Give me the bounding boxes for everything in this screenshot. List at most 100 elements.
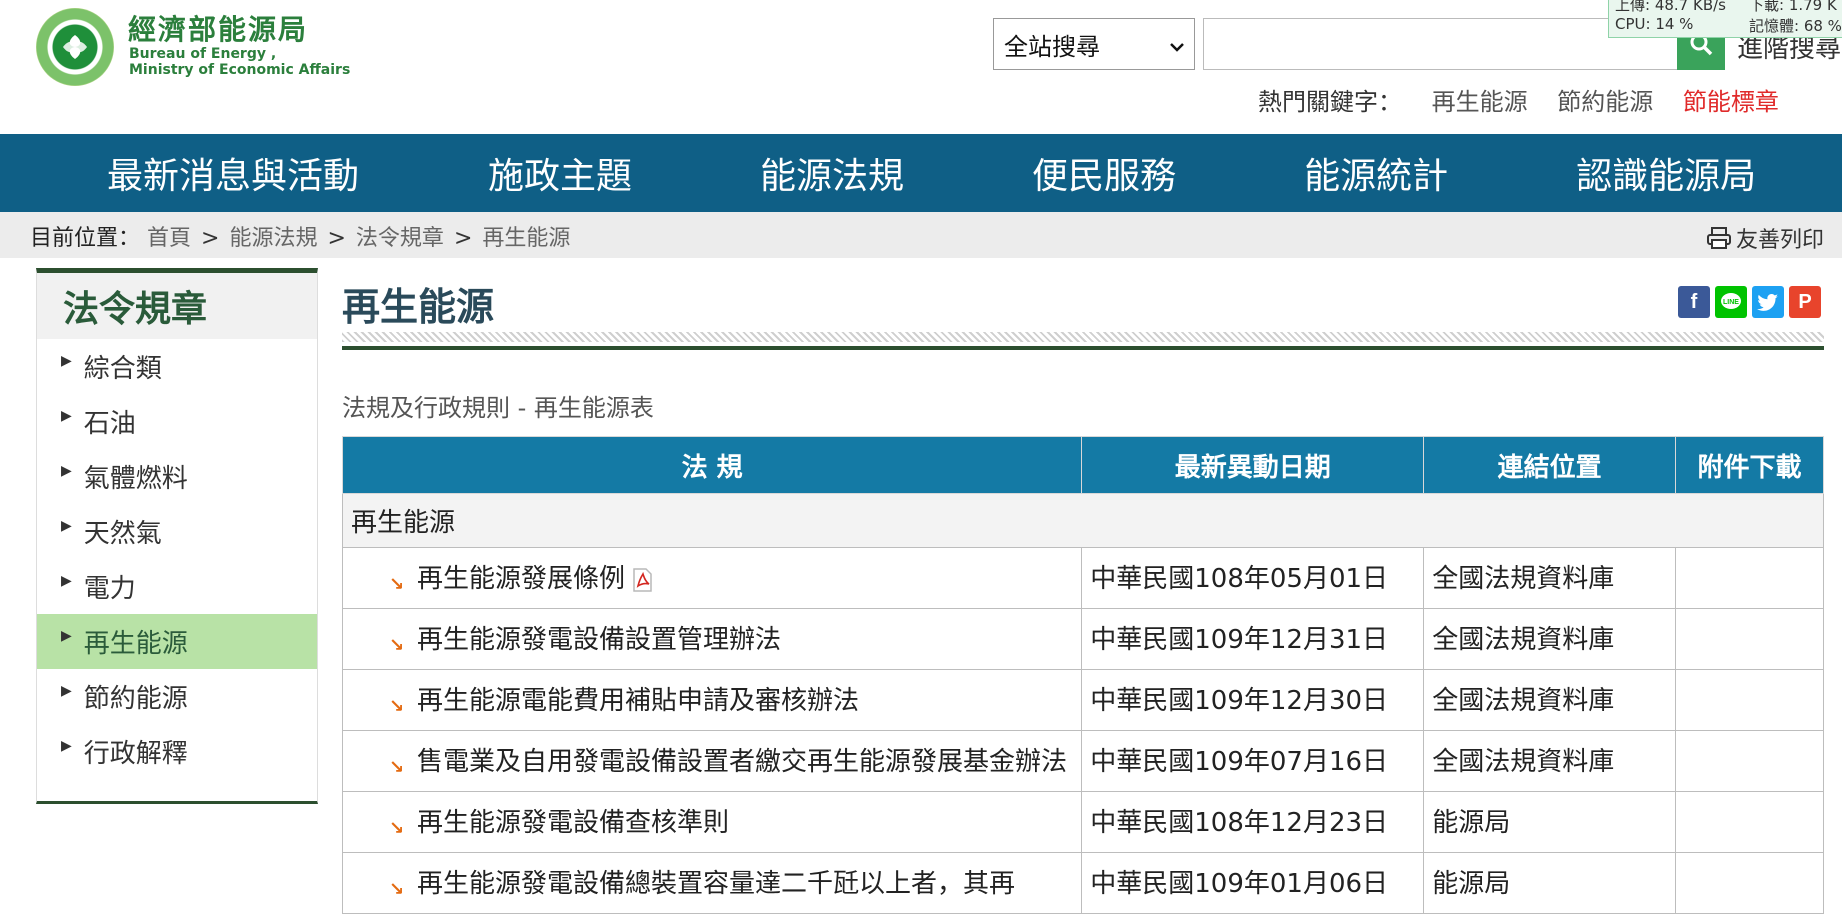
location-link[interactable]: 能源局 bbox=[1423, 791, 1677, 853]
nav-item-regulations[interactable]: 能源法規 bbox=[760, 134, 904, 212]
logo-leaf-icon bbox=[63, 35, 87, 59]
nav-item-about[interactable]: 認識能源局 bbox=[1576, 134, 1756, 212]
pdf-icon[interactable] bbox=[631, 567, 653, 592]
date-cell: 中華民國109年01月06日 bbox=[1081, 852, 1425, 914]
date-cell: 中華民國109年07月16日 bbox=[1081, 730, 1425, 792]
breadcrumb-separator: > bbox=[201, 226, 220, 251]
breadcrumb: 目前位置： 首頁 > 能源法規 > 法令規章 > 再生能源 友善列印 bbox=[0, 212, 1842, 258]
twitter-icon[interactable] bbox=[1752, 286, 1784, 318]
sidebar-item-renewable[interactable]: ▶ 再生能源 bbox=[37, 614, 317, 669]
date-cell: 中華民國108年12月23日 bbox=[1081, 791, 1425, 853]
memory-usage: 記憶體: 68 % bbox=[1749, 17, 1842, 35]
sidebar-item-conservation[interactable]: ▶ 節約能源 bbox=[37, 669, 317, 724]
arrow-bullet-icon: ↘ bbox=[389, 757, 405, 778]
breadcrumb-rules[interactable]: 法令規章 bbox=[356, 226, 444, 251]
sidebar-item-label: 天然氣 bbox=[83, 519, 162, 549]
triangle-right-icon: ▶ bbox=[61, 407, 72, 424]
attachment-cell bbox=[1675, 791, 1824, 853]
logo-subtitle-line1: Bureau of Energy , bbox=[129, 46, 277, 62]
print-button[interactable]: 友善列印 bbox=[1706, 222, 1824, 254]
location-link[interactable]: 全國法規資料庫 bbox=[1423, 669, 1677, 731]
column-header-attachment: 附件下載 bbox=[1675, 436, 1824, 494]
date-cell: 中華民國108年05月01日 bbox=[1081, 547, 1425, 609]
sidebar-item-petroleum[interactable]: ▶ 石油 bbox=[37, 394, 317, 449]
hot-keyword-link[interactable]: 再生能源 bbox=[1432, 88, 1528, 116]
regulation-cell: ↘ 再生能源發電設備總裝置容量達二千瓩以上者，其再 bbox=[341, 852, 1083, 914]
title-divider-line bbox=[342, 346, 1824, 350]
table-row: ↘ 再生能源電能費用補貼申請及審核辦法 中華民國109年12月30日 全國法規資料… bbox=[341, 669, 1824, 731]
triangle-right-icon: ▶ bbox=[61, 462, 72, 479]
logo-subtitle: Bureau of Energy , Ministry of Economic … bbox=[129, 46, 350, 78]
table-row: ↘ 售電業及自用發電設備設置者繳交再生能源發展基金辦法 中華民國109年07月16… bbox=[341, 730, 1824, 792]
nav-item-statistics[interactable]: 能源統計 bbox=[1304, 134, 1448, 212]
triangle-right-icon: ▶ bbox=[61, 682, 72, 699]
breadcrumb-current[interactable]: 再生能源 bbox=[482, 226, 570, 251]
site-header: 經濟部能源局 Bureau of Energy , Ministry of Ec… bbox=[0, 0, 1842, 134]
location-link[interactable]: 全國法規資料庫 bbox=[1423, 547, 1677, 609]
nav-item-news[interactable]: 最新消息與活動 bbox=[107, 134, 359, 212]
hot-keyword-link[interactable]: 節能標章 bbox=[1683, 88, 1779, 116]
sidebar-item-label: 綜合類 bbox=[83, 354, 162, 384]
regulation-cell: ↘ 再生能源發電設備設置管理辦法 bbox=[341, 608, 1083, 670]
facebook-icon[interactable]: f bbox=[1678, 286, 1710, 318]
sidebar-item-gas-fuel[interactable]: ▶ 氣體燃料 bbox=[37, 449, 317, 504]
hot-keyword-link[interactable]: 節約能源 bbox=[1557, 88, 1653, 116]
sidebar-item-natural-gas[interactable]: ▶ 天然氣 bbox=[37, 504, 317, 559]
location-link[interactable]: 全國法規資料庫 bbox=[1423, 608, 1677, 670]
attachment-cell bbox=[1675, 669, 1824, 731]
system-monitor-widget: 上傳: 48.7 KB/s 下載: 1.79 K CPU: 14 % 記憶體: … bbox=[1608, 0, 1842, 38]
regulation-link[interactable]: 再生能源電能費用補貼申請及審核辦法 bbox=[383, 680, 1073, 722]
title-divider-dots bbox=[342, 332, 1824, 342]
regulation-link[interactable]: 再生能源發展條例 bbox=[417, 564, 625, 594]
sidebar: 法令規章 ▶ 綜合類 ▶ 石油 ▶ 氣體燃料 ▶ 天然氣 ▶ 電力 ▶ 再生能源 ▶ 節約能源… bbox=[36, 268, 318, 804]
plurk-icon[interactable]: P bbox=[1789, 286, 1821, 318]
arrow-bullet-icon: ↘ bbox=[389, 818, 405, 839]
regulation-link[interactable]: 再生能源發電設備查核準則 bbox=[383, 802, 1073, 844]
logo-title[interactable]: 經濟部能源局 bbox=[128, 8, 308, 48]
sidebar-item-label: 節約能源 bbox=[83, 684, 188, 714]
arrow-bullet-icon: ↘ bbox=[389, 635, 405, 656]
sidebar-item-label: 電力 bbox=[83, 574, 136, 604]
svg-text:LINE: LINE bbox=[1723, 299, 1739, 306]
sidebar-item-label: 氣體燃料 bbox=[83, 464, 188, 494]
line-icon[interactable]: LINE bbox=[1715, 286, 1747, 318]
location-link[interactable]: 全國法規資料庫 bbox=[1423, 730, 1677, 792]
logo-subtitle-line2: Ministry of Economic Affairs bbox=[129, 62, 351, 78]
column-header-date: 最新異動日期 bbox=[1081, 436, 1425, 494]
search-scope-select[interactable]: 全站搜尋 bbox=[993, 18, 1195, 70]
breadcrumb-trail: 目前位置： 首頁 > 能源法規 > 法令規章 > 再生能源 bbox=[30, 220, 570, 252]
arrow-bullet-icon: ↘ bbox=[389, 696, 405, 717]
triangle-right-icon: ▶ bbox=[61, 572, 72, 589]
table-header-row: 法 規 最新異動日期 連結位置 附件下載 bbox=[341, 436, 1824, 494]
date-cell: 中華民國109年12月31日 bbox=[1081, 608, 1425, 670]
section-subtitle: 法規及行政規則 - 再生能源表 bbox=[342, 394, 654, 422]
attachment-cell bbox=[1675, 547, 1824, 609]
table-row: ↘ 再生能源發展條例 中華民國108年05月01日 全國法規資料庫 bbox=[341, 547, 1824, 609]
nav-item-services[interactable]: 便民服務 bbox=[1032, 134, 1176, 212]
chevron-down-icon bbox=[1170, 30, 1184, 58]
regulation-link[interactable]: 售電業及自用發電設備設置者繳交再生能源發展基金辦法 bbox=[383, 741, 1073, 783]
regulation-link[interactable]: 再生能源發電設備總裝置容量達二千瓩以上者，其再 bbox=[383, 863, 1073, 905]
breadcrumb-home[interactable]: 首頁 bbox=[147, 226, 191, 251]
regulation-cell: ↘ 再生能源發展條例 bbox=[341, 547, 1083, 609]
breadcrumb-regulations[interactable]: 能源法規 bbox=[229, 226, 317, 251]
page-title: 再生能源 bbox=[342, 285, 495, 329]
column-header-regulation: 法 規 bbox=[341, 436, 1083, 494]
sidebar-item-interpretation[interactable]: ▶ 行政解釋 bbox=[37, 724, 317, 779]
table-row: ↘ 再生能源發電設備查核準則 中華民國108年12月23日 能源局 bbox=[341, 791, 1824, 853]
attachment-cell bbox=[1675, 852, 1824, 914]
attachment-cell bbox=[1675, 608, 1824, 670]
location-link[interactable]: 能源局 bbox=[1423, 852, 1677, 914]
arrow-bullet-icon: ↘ bbox=[389, 574, 405, 595]
printer-icon bbox=[1707, 227, 1731, 249]
search-scope-value: 全站搜尋 bbox=[1004, 32, 1100, 61]
sidebar-item-electricity[interactable]: ▶ 電力 bbox=[37, 559, 317, 614]
sidebar-item-general[interactable]: ▶ 綜合類 bbox=[37, 339, 317, 394]
regulation-cell: ↘ 再生能源發電設備查核準則 bbox=[341, 791, 1083, 853]
date-cell: 中華民國109年12月30日 bbox=[1081, 669, 1425, 731]
nav-item-policy[interactable]: 施政主題 bbox=[488, 134, 632, 212]
regulation-link[interactable]: 再生能源發電設備設置管理辦法 bbox=[383, 619, 1073, 661]
regulation-cell: ↘ 售電業及自用發電設備設置者繳交再生能源發展基金辦法 bbox=[341, 730, 1083, 792]
hot-keywords: 熱門關鍵字： 再生能源 節約能源 節能標章 bbox=[1258, 82, 1779, 117]
arrow-bullet-icon: ↘ bbox=[389, 879, 405, 900]
